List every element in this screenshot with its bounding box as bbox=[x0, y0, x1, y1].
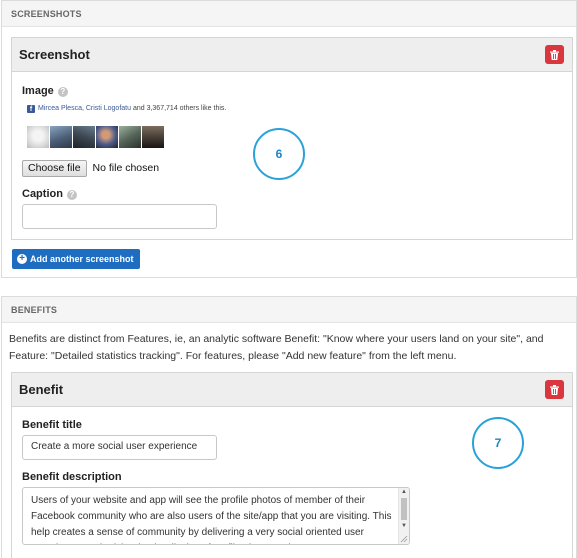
avatar bbox=[73, 126, 95, 148]
benefit-title-input[interactable]: Create a more social user experience bbox=[22, 435, 217, 460]
image-file-input[interactable]: Choose file No file chosen bbox=[22, 159, 159, 177]
benefit-panel-title: Benefit bbox=[19, 382, 64, 397]
caption-label: Caption bbox=[22, 188, 63, 200]
plus-circle-icon: + bbox=[17, 254, 27, 264]
benefit-title-label: Benefit title bbox=[22, 419, 82, 431]
delete-benefit-button[interactable] bbox=[545, 380, 564, 399]
avatar bbox=[50, 126, 72, 148]
add-screenshot-label: Add another screenshot bbox=[30, 254, 134, 264]
scroll-down-icon[interactable]: ▼ bbox=[401, 523, 407, 529]
step-marker-7: 7 bbox=[472, 417, 524, 469]
avatar bbox=[96, 126, 118, 148]
caption-input[interactable] bbox=[22, 204, 217, 229]
resize-grip-icon[interactable] bbox=[400, 535, 408, 543]
trash-icon bbox=[550, 49, 559, 60]
caption-label-row: Caption? bbox=[22, 188, 77, 200]
step-marker-6: 6 bbox=[253, 128, 305, 180]
screenshots-section-title: SCREENSHOTS bbox=[2, 1, 576, 27]
benefit-description-text: Users of your website and app will see t… bbox=[31, 495, 392, 544]
facebook-icon: f bbox=[27, 105, 35, 113]
add-screenshot-button[interactable]: + Add another screenshot bbox=[12, 249, 140, 269]
avatar bbox=[142, 126, 164, 148]
scroll-up-icon[interactable]: ▲ bbox=[401, 489, 407, 495]
screenshot-panel-header: Screenshot bbox=[12, 38, 572, 72]
benefits-description: Benefits are distinct from Features, ie,… bbox=[9, 333, 544, 362]
image-label-row: Image? bbox=[22, 85, 68, 97]
benefits-section-title: BENEFITS bbox=[2, 297, 576, 323]
fb-rest-text: and 3,367,714 others like this. bbox=[131, 105, 227, 112]
choose-file-button[interactable]: Choose file bbox=[22, 159, 87, 177]
help-icon[interactable]: ? bbox=[66, 190, 77, 200]
avatar bbox=[27, 126, 49, 148]
avatar bbox=[119, 126, 141, 148]
facebook-like-text: f Mircea Plesca, Cristi Logofatu and 3,36… bbox=[27, 104, 232, 113]
benefit-description-label: Benefit description bbox=[22, 471, 122, 483]
help-icon[interactable]: ? bbox=[57, 87, 68, 97]
benefit-description-textarea[interactable]: Users of your website and app will see t… bbox=[22, 487, 410, 545]
scroll-thumb[interactable] bbox=[401, 498, 407, 520]
facebook-like-widget-image: f Mircea Plesca, Cristi Logofatu and 3,36… bbox=[22, 99, 233, 153]
screenshot-panel-title: Screenshot bbox=[19, 47, 90, 62]
delete-screenshot-button[interactable] bbox=[545, 45, 564, 64]
benefit-panel-header: Benefit bbox=[12, 373, 572, 407]
image-label: Image bbox=[22, 85, 54, 97]
trash-icon bbox=[550, 384, 559, 395]
fb-face-list bbox=[27, 126, 164, 148]
fb-name-1: Mircea Plesca bbox=[38, 105, 82, 112]
fb-name-2: Cristi Logofatu bbox=[85, 105, 131, 112]
file-status-text: No file chosen bbox=[92, 162, 160, 174]
